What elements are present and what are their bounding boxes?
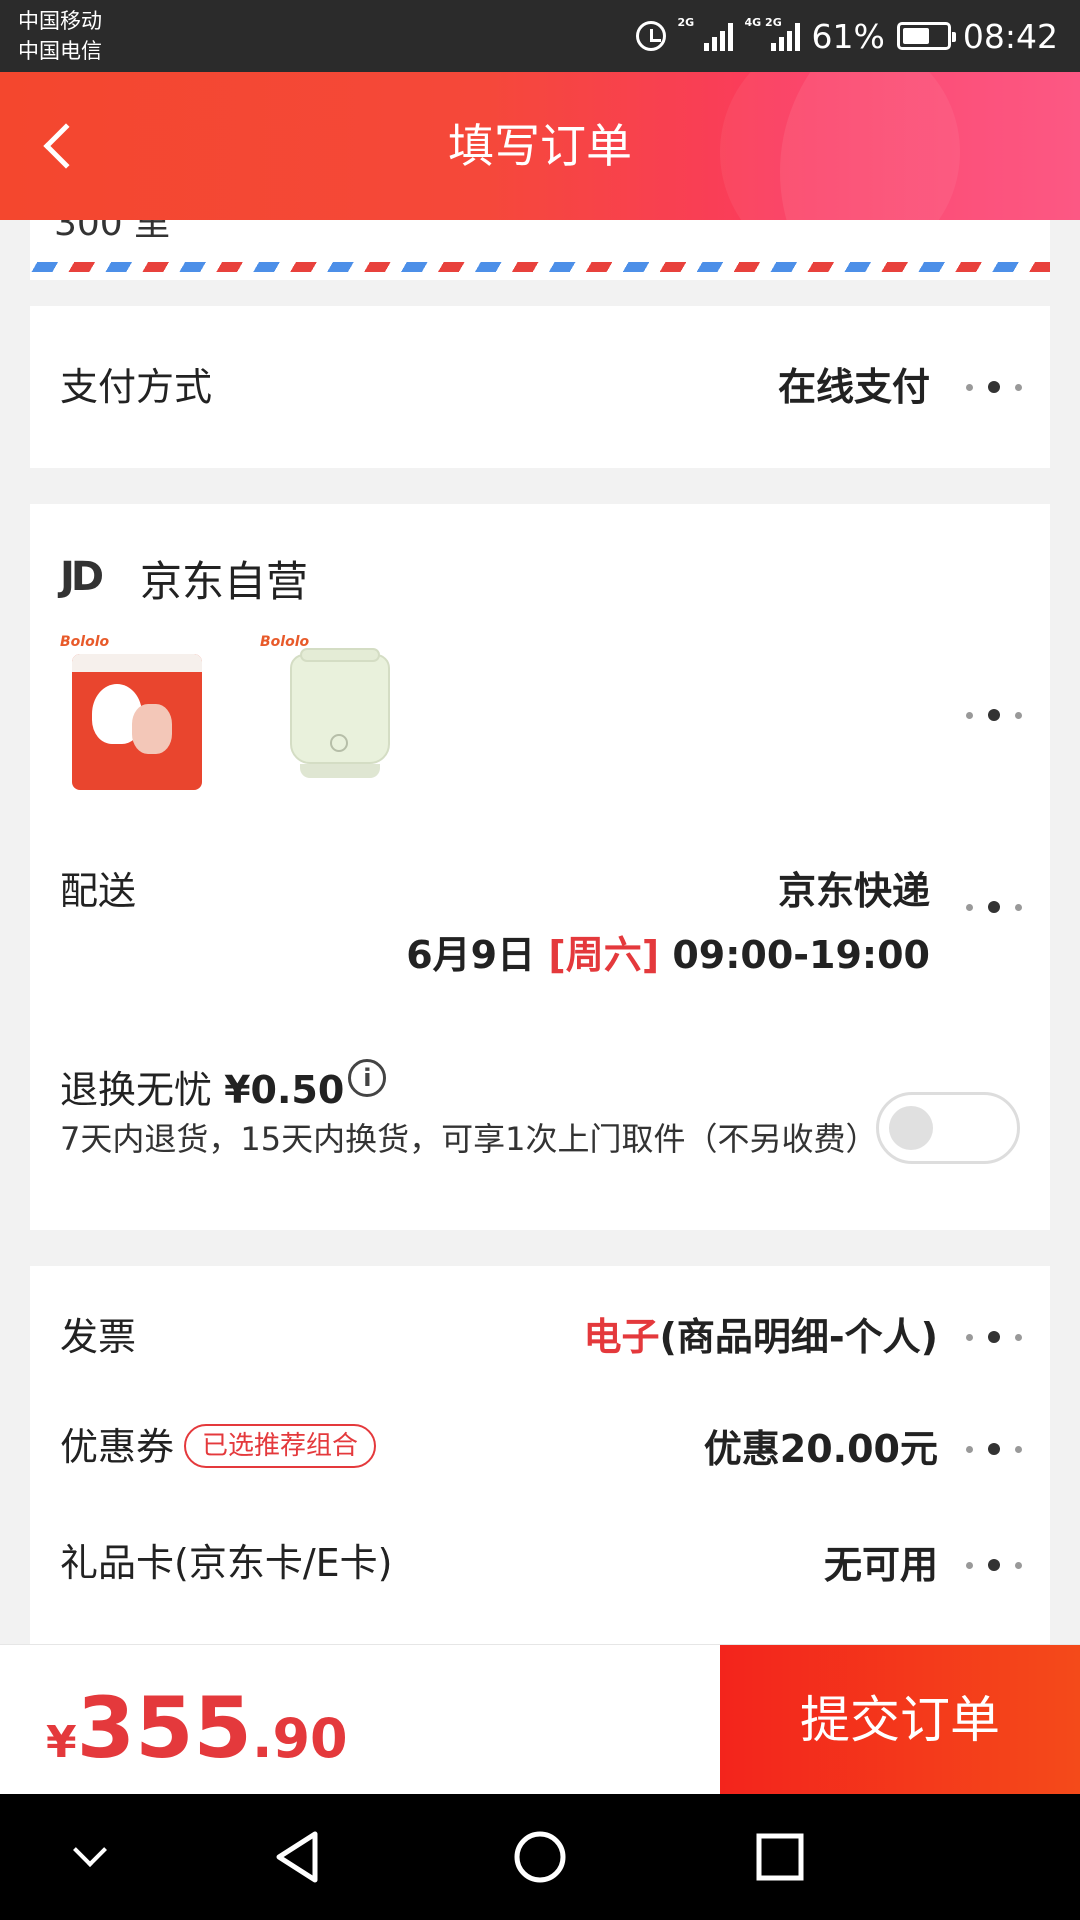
- coupon-value: 优惠20.00元: [703, 1427, 938, 1471]
- invoice-label: 发票: [60, 1315, 137, 1359]
- shop-card: JD 京东自营 Bololo Bololo 配送 京东快递 6月9日 [周六] …: [30, 504, 1050, 1230]
- product-sterilizer[interactable]: Bololo: [260, 634, 410, 794]
- order-total: ¥355.90: [46, 1679, 348, 1777]
- network-type-1: 2G: [677, 16, 695, 29]
- payment-row[interactable]: 支付方式 在线支付: [30, 306, 1050, 468]
- delivery-label: 配送: [60, 869, 137, 913]
- carrier-info: 中国移动 中国电信: [18, 6, 102, 66]
- bottle-sterilizer-icon: [290, 648, 390, 764]
- total-decimal: .90: [251, 1707, 348, 1770]
- extras-card: 发票 电子(商品明细-个人) 优惠券 已选推荐组合 优惠20.00元 礼品卡(京东…: [30, 1266, 1050, 1644]
- carrier-2: 中国电信: [18, 39, 102, 63]
- product-brand: Bololo: [260, 634, 310, 650]
- payment-label: 支付方式: [60, 365, 213, 409]
- delivery-time-range: 09:00-19:00: [672, 933, 930, 977]
- delivery-weekday: [周六]: [548, 933, 660, 977]
- total-integer: 355: [76, 1679, 252, 1777]
- wet-wipes-pack-icon: [72, 654, 202, 790]
- insurance-name: 退换无忧: [60, 1068, 213, 1112]
- jd-logo-icon: JD: [60, 554, 104, 600]
- delivery-time[interactable]: 6月9日 [周六] 09:00-19:00: [406, 924, 930, 979]
- delivery-more-icon[interactable]: [966, 900, 1022, 914]
- coupon-label: 优惠券: [60, 1425, 175, 1469]
- checkout-bar: ¥355.90 提交订单: [0, 1644, 1080, 1795]
- hide-keyboard-icon[interactable]: [56, 1822, 126, 1892]
- battery-icon: [896, 22, 956, 50]
- nav-recent-icon[interactable]: [745, 1822, 815, 1892]
- gift-card-value: 无可用: [823, 1543, 938, 1587]
- address-cut-text: 300 里: [54, 220, 171, 244]
- network-type-2: 4G 2G: [744, 16, 782, 29]
- clock: 08:42: [962, 16, 1058, 56]
- battery-fill: [902, 28, 929, 44]
- battery-percent: 61%: [811, 16, 885, 56]
- signal-icon-1: 2G: [678, 17, 733, 51]
- submit-order-button[interactable]: 提交订单: [720, 1645, 1080, 1795]
- invoice-more-icon[interactable]: [966, 1330, 1022, 1344]
- invoice-value: 电子(商品明细-个人): [583, 1306, 938, 1361]
- sterilizer-base: [300, 764, 380, 778]
- shop-name: 京东自营: [140, 557, 309, 606]
- toggle-knob: [889, 1106, 933, 1150]
- nav-home-icon[interactable]: [505, 1822, 575, 1892]
- page-header: 填写订单: [0, 72, 1080, 220]
- info-icon[interactable]: i: [348, 1059, 387, 1097]
- carrier-1: 中国移动: [18, 9, 102, 33]
- more-icon: [966, 380, 1022, 394]
- delivery-date: 6月9日: [406, 933, 536, 977]
- invoice-detail: (商品明细-个人): [659, 1315, 938, 1359]
- coupon-tag: 已选推荐组合: [184, 1423, 377, 1468]
- invoice-type: 电子: [583, 1315, 660, 1359]
- nav-back-icon[interactable]: [265, 1822, 335, 1892]
- order-form[interactable]: 300 里 支付方式 在线支付 JD 京东自营 Bololo Bololo 配送…: [0, 220, 1080, 1644]
- insurance-price: ¥0.50: [224, 1068, 345, 1112]
- system-nav-bar: [0, 1794, 1080, 1920]
- coupon-more-icon[interactable]: [966, 1442, 1022, 1456]
- payment-value: 在线支付: [777, 365, 930, 409]
- page-title: 填写订单: [448, 119, 632, 173]
- product-list-more-icon[interactable]: [966, 708, 1022, 722]
- product-brand: Bololo: [60, 634, 110, 650]
- return-insurance-title: 退换无忧 ¥0.50 i: [60, 1059, 387, 1114]
- status-icons: 2G 4G 2G 61% 08:42: [635, 12, 1058, 60]
- signal-icon-2: 4G 2G: [745, 17, 800, 51]
- gift-card-more-icon[interactable]: [966, 1558, 1022, 1572]
- product-wet-wipes[interactable]: Bololo: [60, 634, 210, 794]
- alarm-icon: [635, 21, 666, 51]
- return-insurance-toggle[interactable]: [876, 1092, 1020, 1164]
- return-insurance-desc: 7天内退货，15天内换货，可享1次上门取件（不另收费）: [60, 1120, 878, 1158]
- delivery-carrier[interactable]: 京东快递: [778, 860, 930, 915]
- coupon-label-group: 优惠券 已选推荐组合: [60, 1416, 377, 1472]
- total-currency: ¥: [46, 1717, 77, 1768]
- gift-card-label: 礼品卡(京东卡/E卡): [60, 1541, 393, 1585]
- status-bar: 中国移动 中国电信 2G 4G 2G 61% 08:42: [0, 0, 1080, 72]
- airmail-divider: [30, 262, 1050, 272]
